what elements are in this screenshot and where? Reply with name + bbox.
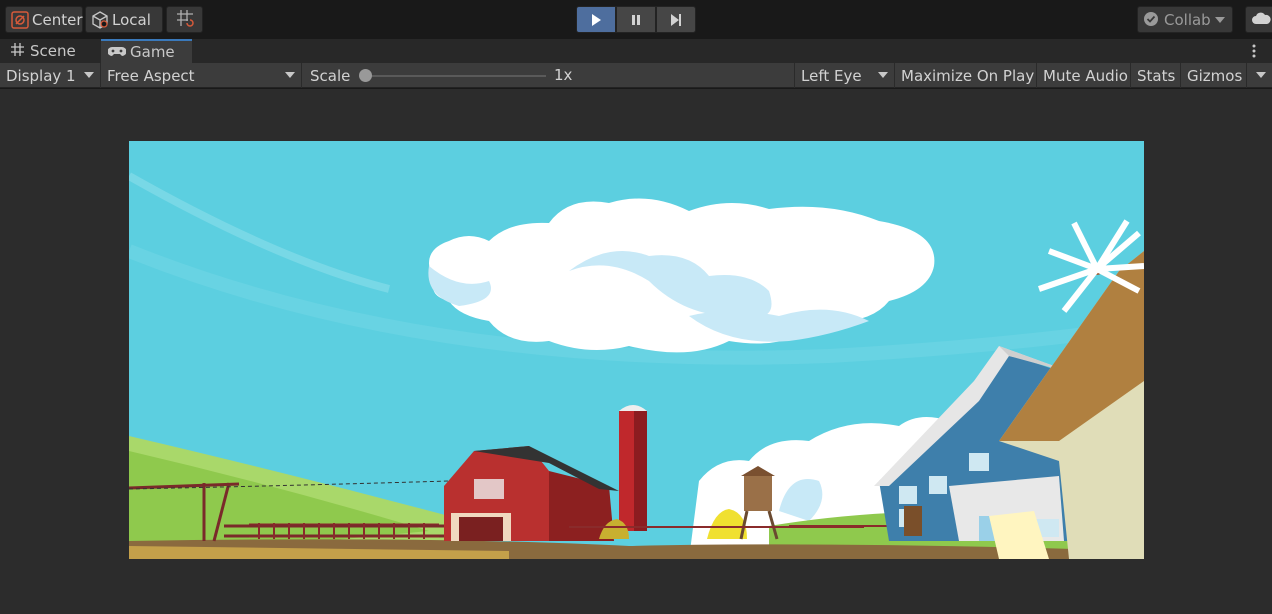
pause-icon bbox=[632, 14, 640, 25]
aspect-label: Free Aspect bbox=[107, 66, 195, 85]
collab-button[interactable]: Collab bbox=[1137, 6, 1233, 33]
display-label: Display 1 bbox=[6, 66, 76, 85]
display-dropdown[interactable]: Display 1 bbox=[0, 63, 101, 88]
aspect-dropdown[interactable]: Free Aspect bbox=[101, 63, 302, 88]
gamepad-icon bbox=[107, 43, 127, 61]
gizmos-dropdown[interactable] bbox=[1247, 63, 1272, 88]
scale-label: Scale bbox=[310, 66, 351, 85]
maximize-label: Maximize On Play bbox=[901, 66, 1035, 85]
pivot-label: Center bbox=[32, 10, 83, 29]
pivot-center-button[interactable]: Center bbox=[5, 6, 83, 33]
playback-controls bbox=[576, 6, 696, 33]
cube-icon bbox=[91, 10, 109, 29]
tab-scene-label: Scene bbox=[30, 42, 76, 60]
cloud-button[interactable] bbox=[1245, 6, 1272, 33]
gizmos-label: Gizmos bbox=[1187, 66, 1243, 85]
step-icon bbox=[671, 13, 681, 26]
gizmos-toggle[interactable]: Gizmos bbox=[1181, 63, 1247, 88]
view-tab-bar: Scene Game bbox=[0, 39, 1272, 63]
chevron-down-icon bbox=[285, 72, 295, 78]
eye-dropdown[interactable]: Left Eye bbox=[795, 63, 895, 88]
game-view-toolbar: Display 1 Free Aspect Scale 1x Left Eye … bbox=[0, 63, 1272, 88]
grid-icon bbox=[11, 42, 24, 60]
grid-snap-icon bbox=[176, 9, 194, 31]
more-options-icon[interactable] bbox=[1250, 42, 1258, 60]
pivot-icon bbox=[11, 10, 29, 29]
check-circle-icon bbox=[1143, 11, 1161, 29]
eye-label: Left Eye bbox=[801, 66, 862, 85]
play-button[interactable] bbox=[576, 6, 616, 33]
chevron-down-icon bbox=[1214, 16, 1225, 23]
grid-snap-button[interactable] bbox=[166, 6, 203, 33]
scale-control: Scale 1x bbox=[302, 63, 795, 88]
play-icon bbox=[592, 13, 601, 26]
game-render[interactable] bbox=[129, 141, 1144, 559]
scale-value: 1x bbox=[554, 66, 573, 84]
mute-audio-toggle[interactable]: Mute Audio bbox=[1037, 63, 1131, 88]
space-label: Local bbox=[112, 10, 151, 29]
pause-button[interactable] bbox=[616, 6, 656, 33]
farm-scene-image bbox=[129, 141, 1144, 559]
chevron-down-icon bbox=[84, 72, 94, 78]
stats-toggle[interactable]: Stats bbox=[1131, 63, 1181, 88]
stats-label: Stats bbox=[1137, 66, 1176, 85]
silo bbox=[619, 405, 647, 531]
tab-game[interactable]: Game bbox=[101, 39, 192, 63]
game-viewport bbox=[0, 89, 1272, 614]
scale-slider-handle[interactable] bbox=[359, 69, 372, 82]
scale-slider-track[interactable] bbox=[362, 75, 546, 77]
tab-game-label: Game bbox=[130, 43, 175, 61]
pivot-space-button[interactable]: Local bbox=[85, 6, 163, 33]
step-button[interactable] bbox=[656, 6, 696, 33]
maximize-on-play-toggle[interactable]: Maximize On Play bbox=[895, 63, 1037, 88]
tab-scene[interactable]: Scene bbox=[6, 39, 100, 63]
main-toolbar: Center Local Collab bbox=[0, 0, 1272, 39]
chevron-down-icon bbox=[1256, 72, 1266, 78]
collab-label: Collab bbox=[1164, 10, 1211, 29]
chevron-down-icon bbox=[878, 72, 888, 78]
cloud-icon bbox=[1251, 11, 1271, 29]
mute-label: Mute Audio bbox=[1043, 66, 1128, 85]
